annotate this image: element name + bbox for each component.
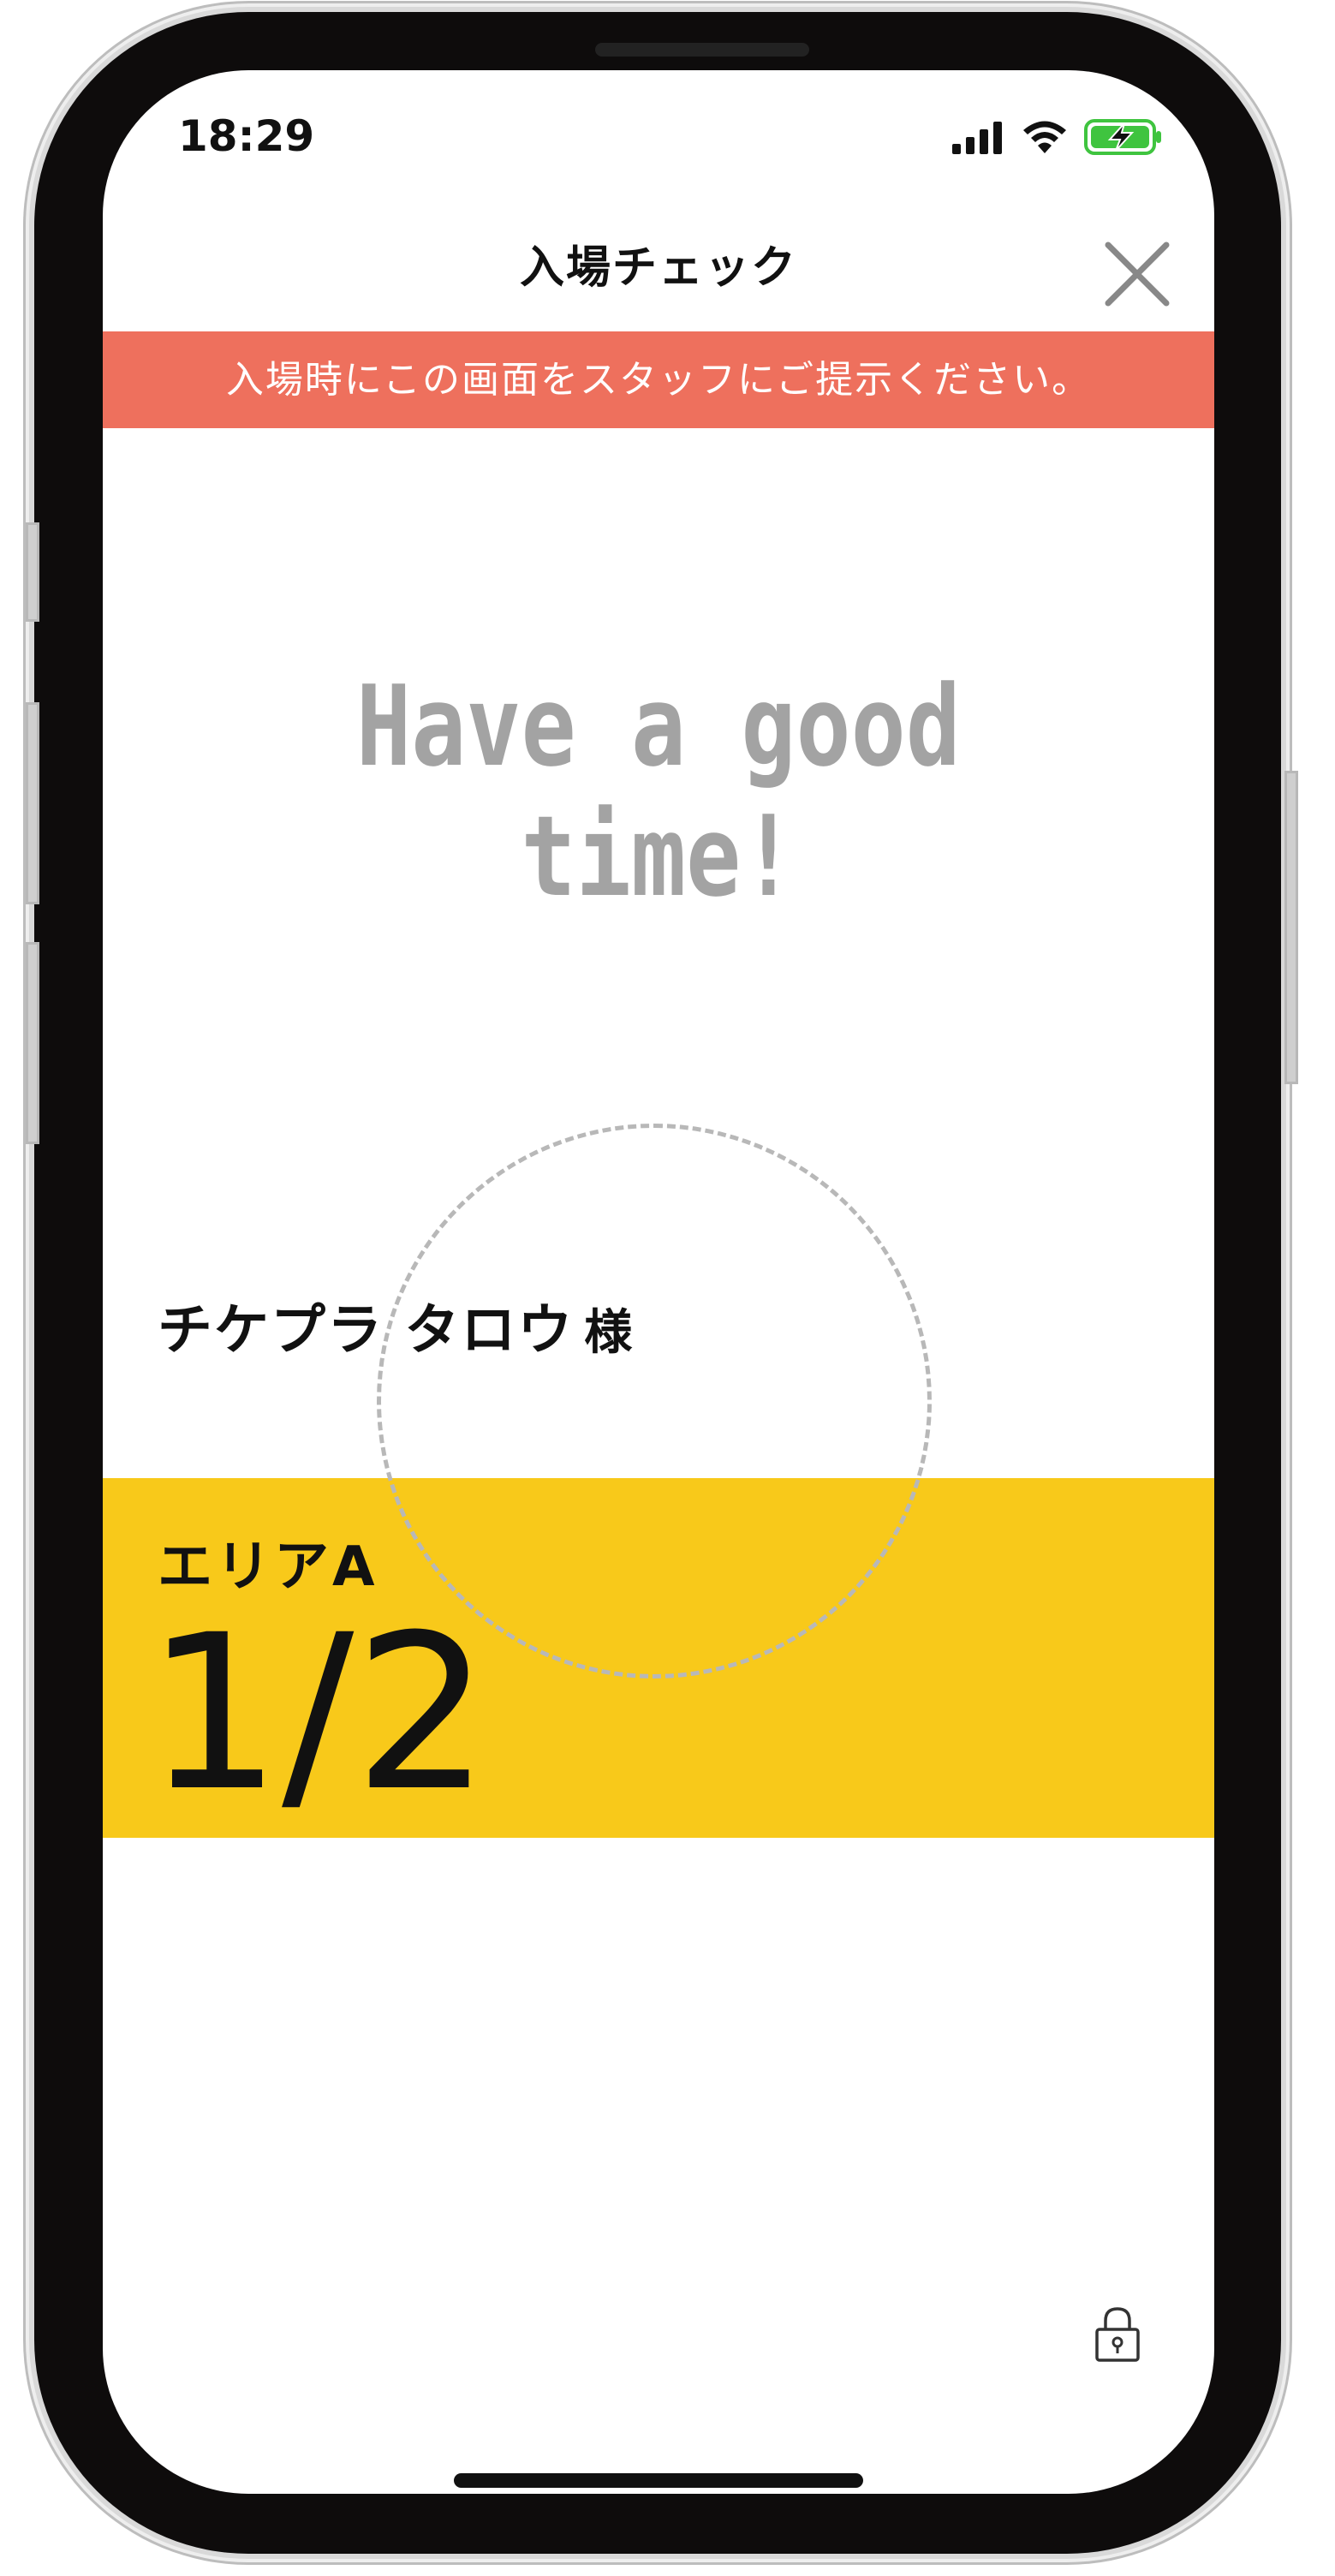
- wifi-icon: [1023, 121, 1066, 153]
- mute-switch: [26, 522, 39, 622]
- instruction-banner: 入場時にこの画面をスタッフにご提示ください。: [103, 331, 1214, 428]
- status-icons: [951, 118, 1163, 156]
- close-icon[interactable]: [1096, 233, 1178, 315]
- battery-charging-icon: [1084, 119, 1161, 155]
- page-title: 入場チェック: [519, 242, 797, 294]
- home-indicator[interactable]: [454, 2473, 863, 2488]
- volume-up-button: [26, 702, 39, 904]
- ticket-count: 1/2: [146, 1589, 491, 1838]
- greeting-text: Have a good time!: [356, 661, 961, 921]
- status-time: 18:29: [178, 111, 315, 161]
- lock-icon[interactable]: [1092, 2304, 1143, 2364]
- volume-down-button: [26, 942, 39, 1144]
- app-screen: 18:29 入場チェック 入場時にこの画面をスタッフにご提示ください。 Have…: [103, 70, 1214, 2494]
- signal-icon: [952, 122, 1002, 154]
- stamp-area-circle[interactable]: [377, 1124, 932, 1679]
- speaker-grille: [595, 43, 809, 57]
- power-button: [1284, 771, 1298, 1084]
